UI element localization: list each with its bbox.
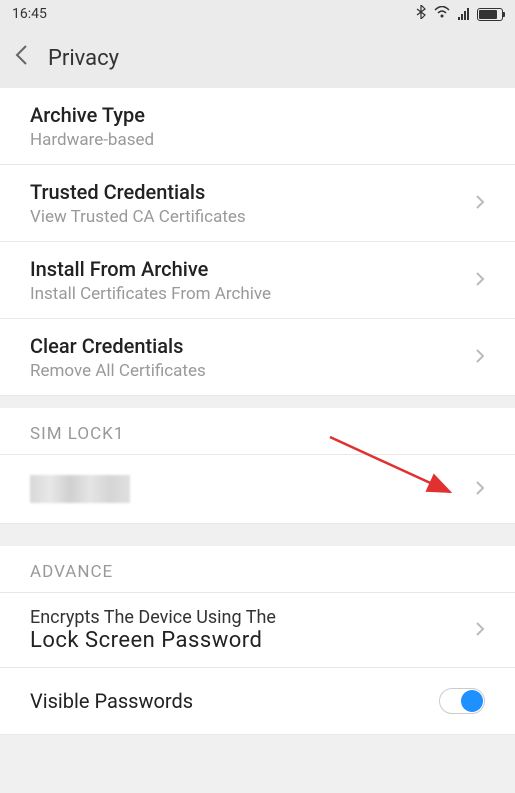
encrypt-line2: Lock Screen Password	[30, 628, 475, 653]
visible-passwords-toggle[interactable]	[439, 688, 485, 714]
wifi-icon	[434, 6, 450, 22]
sim-lock-item[interactable]	[0, 455, 515, 524]
advance-header: ADVANCE	[0, 546, 515, 593]
signal-icon	[458, 8, 469, 20]
archive-type-item[interactable]: Archive Type Hardware-based	[0, 88, 515, 165]
clear-title: Clear Credentials	[30, 333, 475, 359]
header: Privacy	[0, 28, 515, 88]
visible-passwords-title: Visible Passwords	[30, 688, 193, 714]
encrypt-device-item[interactable]: Encrypts The Device Using The Lock Scree…	[0, 593, 515, 668]
install-title: Install From Archive	[30, 256, 475, 282]
chevron-right-icon	[475, 268, 485, 292]
page-title: Privacy	[48, 46, 119, 71]
chevron-right-icon	[475, 191, 485, 215]
install-subtitle: Install Certificates From Archive	[30, 284, 475, 304]
battery-icon	[477, 8, 503, 21]
clear-subtitle: Remove All Certificates	[30, 361, 475, 381]
sim-lock-header: SIM LOCK1	[0, 408, 515, 455]
redacted-label	[30, 475, 130, 503]
clear-credentials-item[interactable]: Clear Credentials Remove All Certificate…	[0, 319, 515, 396]
trusted-subtitle: View Trusted CA Certificates	[30, 207, 475, 227]
archive-type-subtitle: Hardware-based	[30, 130, 485, 150]
back-button[interactable]	[14, 44, 28, 72]
trusted-title: Trusted Credentials	[30, 179, 475, 205]
install-from-archive-item[interactable]: Install From Archive Install Certificate…	[0, 242, 515, 319]
trusted-credentials-item[interactable]: Trusted Credentials View Trusted CA Cert…	[0, 165, 515, 242]
bluetooth-icon	[416, 5, 426, 23]
archive-type-title: Archive Type	[30, 102, 485, 128]
encrypt-line1: Encrypts The Device Using The	[30, 607, 475, 628]
status-time: 16:45	[12, 6, 47, 22]
status-bar: 16:45	[0, 0, 515, 28]
chevron-right-icon	[475, 477, 485, 501]
visible-passwords-item: Visible Passwords	[0, 668, 515, 735]
chevron-right-icon	[475, 618, 485, 642]
chevron-right-icon	[475, 345, 485, 369]
status-icons	[416, 5, 503, 23]
